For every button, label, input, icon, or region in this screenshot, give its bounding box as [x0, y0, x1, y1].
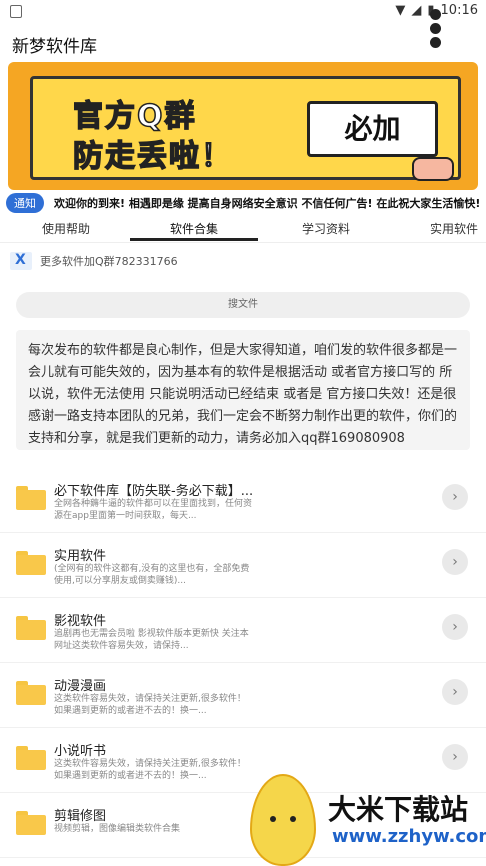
tab-utilities[interactable]: 实用软件: [430, 220, 478, 237]
item-title: 小说听书: [54, 744, 107, 759]
banner-line1: 官方Q群: [72, 98, 197, 135]
banner-line2: 防走丢啦！: [72, 138, 233, 175]
app-bar: 新梦软件库: [0, 22, 486, 60]
folder-icon: [16, 811, 46, 835]
tab-learning[interactable]: 学习资料: [302, 220, 350, 237]
status-bar: ▼ ◢ ▮ 10:16: [0, 0, 486, 22]
hand-icon: [412, 157, 454, 181]
notice-text: 欢迎你的到来! 相遇即是缘 提高自身网络安全意识 不信任何广告! 在此祝大家生活…: [54, 197, 481, 210]
site-watermark: 大米下载站 www.zzhyw.com: [250, 774, 486, 866]
tab-software-collection[interactable]: 软件合集: [170, 220, 218, 237]
watermark-url: www.zzhyw.com: [332, 826, 486, 847]
item-title: 必下软件库【防失联-务必下载】...: [54, 484, 254, 499]
search-placeholder: 搜文件: [228, 299, 258, 310]
item-title: 影视软件: [54, 614, 107, 629]
clock: 10:16: [440, 3, 478, 18]
item-title: 剪辑修图: [54, 809, 107, 824]
chevron-right-icon[interactable]: ›: [442, 484, 468, 510]
item-desc: 视频剪辑，图像编辑类软件合集: [54, 824, 181, 834]
group-header: 更多软件加Q群782331766: [10, 252, 178, 270]
item-desc: (全网有的软件这都有,没有的这里也有，全部免费使用,可以分享朋友或倒卖赚钱)..…: [54, 564, 250, 586]
list-item[interactable]: 动漫漫画 这类软件容易失效，请保持关注更新,很多软件！如果遇到更新的或者进不去的…: [0, 663, 486, 728]
notice-label: 通知: [6, 193, 44, 213]
list-item[interactable]: 实用软件 (全网有的软件这都有,没有的这里也有，全部免费使用,可以分享朋友或倒卖…: [0, 533, 486, 598]
chevron-right-icon[interactable]: ›: [442, 679, 468, 705]
tab-help[interactable]: 使用帮助: [42, 220, 90, 237]
chevron-right-icon[interactable]: ›: [442, 614, 468, 640]
banner-panel: 官方Q群 防走丢啦！ 必加: [30, 76, 461, 181]
chevron-right-icon[interactable]: ›: [442, 549, 468, 575]
wifi-icon: ▼: [395, 3, 406, 18]
item-desc: 这类软件容易失效，请保持关注更新,很多软件！如果遇到更新的或者进不去的！换一..…: [54, 759, 246, 781]
app-title: 新梦软件库: [12, 37, 97, 57]
item-title: 实用软件: [54, 549, 107, 564]
search-input[interactable]: 搜文件: [16, 292, 470, 318]
intro-text: 每次发布的软件都是良心制作，但是大家得知道，咱们发的软件很多都是一会儿就有可能失…: [28, 343, 458, 446]
folder-icon: [16, 746, 46, 770]
group-text: 更多软件加Q群782331766: [40, 255, 178, 268]
mascot-icon: [250, 774, 316, 866]
folder-icon: [16, 551, 46, 575]
watermark-name: 大米下载站: [328, 793, 469, 826]
item-title: 动漫漫画: [54, 679, 107, 694]
item-desc: 这类软件容易失效，请保持关注更新,很多软件！如果遇到更新的或者进不去的！换一..…: [54, 694, 246, 716]
item-desc: 追剧再也无需会员啦 影视软件版本更新快 关注本网址这类软件容易失效，请保持...: [54, 629, 249, 651]
promo-banner[interactable]: 官方Q群 防走丢啦！ 必加: [8, 62, 478, 190]
intro-card: 每次发布的软件都是良心制作，但是大家得知道，咱们发的软件很多都是一会儿就有可能失…: [16, 330, 470, 450]
tab-bar: 使用帮助 软件合集 学习资料 实用软件: [0, 216, 486, 243]
folder-icon: [16, 681, 46, 705]
tab-indicator: [130, 238, 258, 241]
folder-icon: [16, 616, 46, 640]
folder-icon: [16, 486, 46, 510]
brand-logo-icon: [10, 252, 32, 270]
list-item[interactable]: 影视软件 追剧再也无需会员啦 影视软件版本更新快 关注本网址这类软件容易失效，请…: [0, 598, 486, 663]
list-item[interactable]: 必下软件库【防失联-务必下载】... 全网各种薅牛逼的软件都可以在里面找到，任何…: [0, 468, 486, 533]
signal-icon: ◢: [411, 3, 422, 18]
chevron-right-icon[interactable]: ›: [442, 744, 468, 770]
more-options-icon[interactable]: [428, 6, 442, 56]
notification-icon: [10, 5, 22, 18]
item-desc: 全网各种薅牛逼的软件都可以在里面找到，任何资源在app里面第一时间获取，每天..…: [54, 499, 253, 521]
banner-tag: 必加: [307, 101, 438, 157]
notice-bar: 通知 欢迎你的到来! 相遇即是缘 提高自身网络安全意识 不信任何广告! 在此祝大…: [0, 192, 486, 214]
